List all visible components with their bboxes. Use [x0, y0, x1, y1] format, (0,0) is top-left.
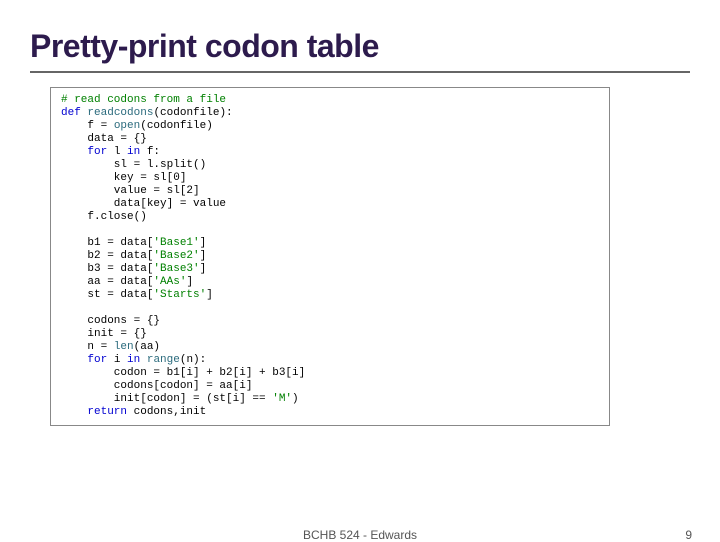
keyword-for: for — [87, 354, 107, 366]
string-literal: 'Base3' — [153, 263, 199, 275]
keyword-return: return — [87, 406, 127, 418]
keyword-in: in — [127, 354, 140, 366]
keyword-for: for — [87, 146, 107, 158]
code-text: init = {} — [61, 328, 147, 340]
code-text: f: — [140, 146, 160, 158]
slide: Pretty-print codon table # read codons f… — [0, 0, 720, 540]
code-text: b1 = data[ — [61, 237, 153, 249]
code-text: n = — [61, 341, 114, 353]
slide-title: Pretty-print codon table — [30, 28, 690, 65]
code-text — [61, 146, 87, 158]
code-text: b2 = data[ — [61, 250, 153, 262]
code-text: (aa) — [134, 341, 160, 353]
code-text — [61, 354, 87, 366]
code-text: i — [107, 354, 127, 366]
code-text: ] — [200, 237, 207, 249]
code-text: data = {} — [61, 133, 147, 145]
code-text: data[key] = value — [61, 198, 226, 210]
code-text — [61, 406, 87, 418]
code-text: (n): — [180, 354, 206, 366]
keyword-in: in — [127, 146, 140, 158]
string-literal: 'Base1' — [153, 237, 199, 249]
func-readcodons: readcodons — [87, 107, 153, 119]
keyword-def: def — [61, 107, 81, 119]
string-literal: 'M' — [272, 393, 292, 405]
func-open: open — [114, 120, 140, 132]
code-text: ) — [292, 393, 299, 405]
code-text: st = data[ — [61, 289, 153, 301]
code-comment: # read codons from a file — [61, 94, 226, 106]
code-text: key = sl[0] — [61, 172, 186, 184]
code-text: value = sl[2] — [61, 185, 200, 197]
code-text: ] — [186, 276, 193, 288]
code-text: ] — [206, 289, 213, 301]
code-block: # read codons from a file def readcodons… — [50, 87, 610, 426]
string-literal: 'Starts' — [153, 289, 206, 301]
code-text: codons = {} — [61, 315, 160, 327]
code-text: init[codon] = (st[i] == — [61, 393, 272, 405]
code-text: f = — [61, 120, 114, 132]
string-literal: 'AAs' — [153, 276, 186, 288]
string-literal: 'Base2' — [153, 250, 199, 262]
code-text: sl = l.split() — [61, 159, 206, 171]
code-text: aa = data[ — [61, 276, 153, 288]
code-text: ] — [200, 263, 207, 275]
code-text: ] — [200, 250, 207, 262]
code-text: codon = b1[i] + b2[i] + b3[i] — [61, 367, 305, 379]
code-text: l — [107, 146, 127, 158]
func-len: len — [114, 341, 134, 353]
code-text: codons[codon] = aa[i] — [61, 380, 252, 392]
title-underline — [30, 71, 690, 73]
code-text: (codonfile): — [153, 107, 232, 119]
func-range: range — [147, 354, 180, 366]
code-text: f.close() — [61, 211, 147, 223]
code-text: (codonfile) — [140, 120, 213, 132]
code-text: codons,init — [127, 406, 206, 418]
code-text: b3 = data[ — [61, 263, 153, 275]
